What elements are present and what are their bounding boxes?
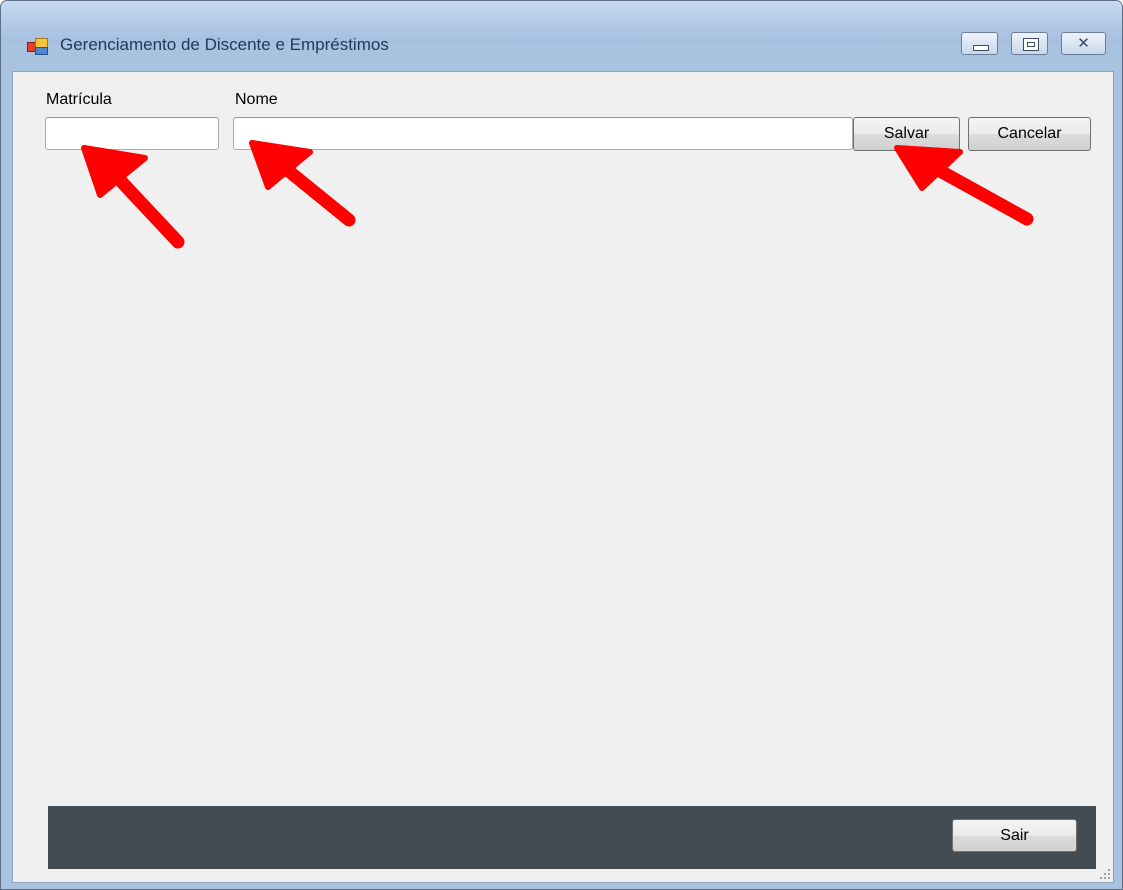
form-client-area: Matrícula Nome Salvar Cancelar Sair <box>12 71 1114 883</box>
app-icon[interactable] <box>27 38 48 55</box>
maximize-icon <box>1023 38 1039 51</box>
matricula-input[interactable] <box>45 117 219 150</box>
nome-input[interactable] <box>233 117 853 150</box>
window-title: Gerenciamento de Discente e Empréstimos <box>60 35 389 54</box>
resize-grip-icon[interactable] <box>1098 867 1110 879</box>
application-window: Gerenciamento de Discente e Empréstimos … <box>0 0 1123 890</box>
sair-button[interactable]: Sair <box>952 819 1077 852</box>
close-icon: ✕ <box>1077 35 1090 52</box>
cancelar-button[interactable]: Cancelar <box>968 117 1091 151</box>
close-button[interactable]: ✕ <box>1061 32 1106 55</box>
title-bar[interactable]: Gerenciamento de Discente e Empréstimos … <box>1 1 1122 55</box>
nome-label: Nome <box>235 91 278 108</box>
minimize-icon <box>973 45 989 51</box>
matricula-label: Matrícula <box>46 91 112 108</box>
minimize-button[interactable] <box>961 32 998 55</box>
footer-panel: Sair <box>48 806 1096 869</box>
salvar-button[interactable]: Salvar <box>853 117 960 151</box>
maximize-button[interactable] <box>1011 32 1048 55</box>
